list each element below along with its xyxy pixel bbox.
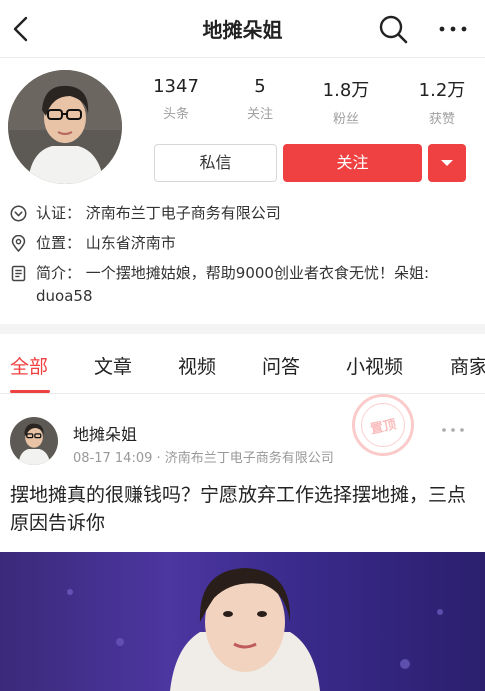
stat-articles[interactable]: 1347 头条 <box>136 76 216 122</box>
stat-value: 5 <box>254 76 266 97</box>
tab-short-videos[interactable]: 小视频 <box>346 352 403 379</box>
pinned-stamp: 置顶 <box>352 394 414 456</box>
tab-articles[interactable]: 文章 <box>94 352 132 379</box>
page-title: 地摊朵姐 <box>202 18 283 42</box>
post-more-icon[interactable] <box>438 420 468 440</box>
stat-followers[interactable]: 1.8万 粉丝 <box>306 76 386 127</box>
tab-all[interactable]: 全部 <box>10 352 48 379</box>
stat-following[interactable]: 5 关注 <box>220 76 300 122</box>
location-icon <box>10 234 27 253</box>
stat-label: 获赞 <box>428 112 455 127</box>
post-author-avatar[interactable] <box>10 417 58 465</box>
stat-label: 粉丝 <box>332 112 359 127</box>
content-tabs: 全部 文章 视频 问答 小视频 商家 <box>0 334 485 394</box>
post-meta: 08-17 14:09 · 济南布兰丁电子商务有限公司 <box>73 451 334 466</box>
more-dots-icon[interactable] <box>433 12 473 46</box>
tab-videos[interactable]: 视频 <box>178 352 216 379</box>
info-location-text: 位置： 山东省济南市 <box>36 234 176 252</box>
verified-icon <box>10 205 27 222</box>
post-author-name[interactable]: 地摊朵姐 <box>73 421 137 445</box>
follow-dropdown-button[interactable] <box>428 144 466 182</box>
stat-label: 头条 <box>162 107 189 122</box>
document-icon <box>10 265 27 282</box>
message-button[interactable]: 私信 <box>154 144 277 182</box>
post-video-thumbnail[interactable] <box>0 552 485 691</box>
search-icon[interactable] <box>376 12 410 46</box>
top-nav-bar: 地摊朵姐 <box>0 0 485 58</box>
stat-label: 关注 <box>246 107 273 122</box>
active-tab-indicator <box>10 390 50 393</box>
stat-value: 1.2万 <box>418 80 466 101</box>
profile-avatar[interactable] <box>8 70 122 184</box>
info-verification-text: 认证： 济南布兰丁电子商务有限公司 <box>36 204 281 222</box>
post-title[interactable]: 摆地摊真的很赚钱吗？宁愿放弃工作选择摆地摊，三点原因告诉你 <box>10 481 478 537</box>
section-divider <box>0 324 485 334</box>
stat-likes[interactable]: 1.2万 获赞 <box>402 76 482 127</box>
follow-button[interactable]: 关注 <box>283 144 422 182</box>
tab-merchants[interactable]: 商家 <box>450 352 485 379</box>
chevron-down-icon <box>441 160 453 166</box>
tab-qa[interactable]: 问答 <box>262 352 300 379</box>
stat-value: 1.8万 <box>322 80 370 101</box>
info-bio-text: 简介： 一个摆地摊姑娘，帮助9000创业者衣食无忧！朵姐: duoa58 <box>36 264 429 305</box>
stat-value: 1347 <box>153 76 199 97</box>
